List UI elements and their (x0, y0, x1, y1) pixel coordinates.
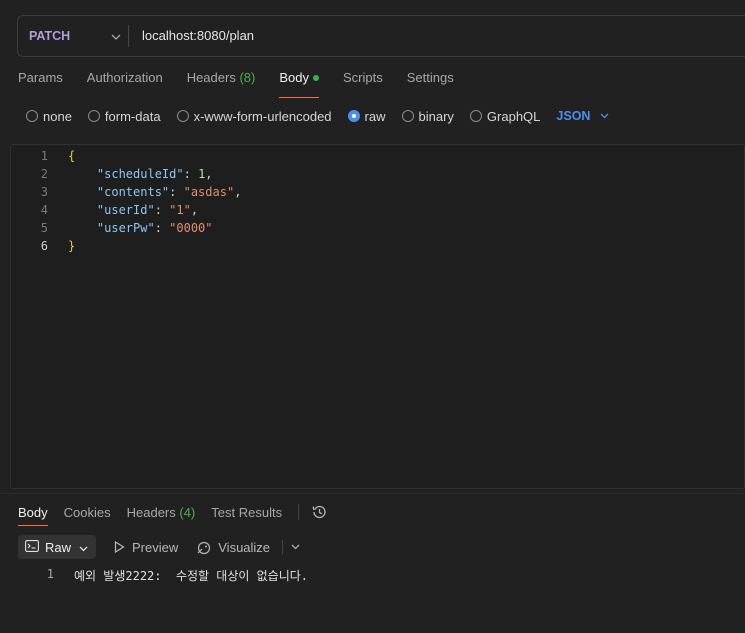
tab-separator (298, 504, 300, 520)
response-headers-count: (4) (179, 504, 196, 520)
json-value: "asdas" (183, 185, 235, 199)
radio-circle-checked[interactable] (347, 110, 360, 122)
json-key: "contents" (96, 185, 170, 199)
radio-none[interactable]: none (26, 109, 72, 124)
json-key: "userPw" (96, 221, 155, 235)
line-number: 3 (40, 185, 48, 199)
line-number: 1 (46, 567, 54, 581)
visualize-label: Visualize (218, 539, 271, 555)
response-tab-test-results[interactable]: Test Results (211, 505, 282, 520)
text-lines-icon (25, 539, 39, 555)
code-line: 4 "userId": "1", (11, 201, 241, 219)
json-value: "0000" (169, 221, 213, 235)
code-line: 1 { (11, 147, 241, 165)
url-bar: PATCH localhost:8080/plan (17, 15, 745, 57)
chevron-down-icon (111, 29, 121, 43)
method-selector[interactable]: PATCH (29, 16, 125, 56)
json-value: "1" (169, 203, 191, 217)
response-tabs: Body Cookies Headers (4) Test Results (18, 502, 327, 526)
response-body: 1 예외 발생2222: 수정할 대상이 없습니다. (0, 567, 308, 584)
open-brace: { (68, 149, 76, 163)
format-label: JSON (556, 109, 591, 123)
radio-circle[interactable] (469, 110, 482, 122)
response-tab-body[interactable]: Body (18, 505, 48, 526)
chevron-down-icon[interactable] (291, 541, 300, 553)
visualize-icon (197, 541, 211, 554)
json-key: "userId" (96, 203, 155, 217)
radio-binary[interactable]: binary (401, 109, 454, 124)
raw-label: Raw (45, 539, 72, 555)
visualize-button[interactable]: Visualize (196, 540, 270, 555)
line-number: 5 (40, 221, 48, 235)
line-number: 1 (40, 149, 48, 163)
method-label: PATCH (29, 29, 71, 43)
url-input[interactable]: localhost:8080/plan (142, 16, 254, 56)
code-line: 2 "scheduleId": 1, (11, 165, 241, 183)
response-tab-cookies[interactable]: Cookies (64, 505, 111, 520)
radio-raw[interactable]: raw (347, 109, 386, 124)
radio-x-www-form-urlencoded[interactable]: x-www-form-urlencoded (176, 109, 332, 124)
tab-authorization[interactable]: Authorization (87, 70, 163, 92)
raw-view-button[interactable]: Raw (18, 535, 96, 559)
code-line: 5 "userPw": "0000" (11, 219, 241, 237)
radio-circle[interactable] (26, 110, 38, 122)
radio-circle[interactable] (401, 110, 414, 122)
tab-params[interactable]: Params (18, 70, 63, 92)
url-divider (128, 25, 129, 47)
line-number: 2 (40, 167, 48, 181)
json-key: "scheduleId" (96, 167, 184, 181)
line-number: 4 (40, 203, 48, 217)
chevron-down-icon (600, 110, 609, 122)
request-tabs: Params Authorization Headers (8) Body Sc… (18, 70, 478, 98)
response-toolbar: Raw Preview Visualize (18, 535, 300, 559)
pane-divider[interactable] (0, 493, 745, 494)
response-text: 예외 발생2222: 수정할 대상이 없습니다. (74, 569, 309, 583)
radio-form-data[interactable]: form-data (87, 109, 161, 124)
line-number: 6 (40, 239, 48, 253)
code-line: 3 "contents": "asdas", (11, 183, 242, 201)
response-tab-headers[interactable]: Headers (4) (127, 505, 196, 520)
code-lines: 1 { 2 "scheduleId": 1, 3 "contents": "as… (11, 147, 242, 255)
radio-graphql[interactable]: GraphQL (469, 109, 540, 124)
play-icon (114, 541, 125, 553)
radio-circle[interactable] (87, 110, 100, 122)
tab-scripts[interactable]: Scripts (343, 70, 383, 92)
close-brace: } (68, 239, 76, 253)
body-editor[interactable]: 1 { 2 "scheduleId": 1, 3 "contents": "as… (10, 144, 745, 489)
tab-settings[interactable]: Settings (407, 70, 454, 92)
history-icon[interactable] (311, 504, 327, 520)
tab-body[interactable]: Body (279, 70, 319, 98)
code-line: 6 } (11, 237, 241, 255)
toolbar-separator (282, 540, 284, 554)
radio-circle[interactable] (176, 110, 189, 122)
headers-count: (8) (239, 70, 256, 85)
body-type-options: none form-data x-www-form-urlencoded raw… (26, 107, 609, 125)
preview-button[interactable]: Preview (114, 540, 178, 555)
format-selector[interactable]: JSON (556, 109, 609, 123)
tab-headers[interactable]: Headers (8) (187, 70, 256, 92)
preview-label: Preview (132, 539, 179, 555)
chevron-down-icon (79, 540, 88, 555)
body-modified-dot (312, 75, 319, 81)
